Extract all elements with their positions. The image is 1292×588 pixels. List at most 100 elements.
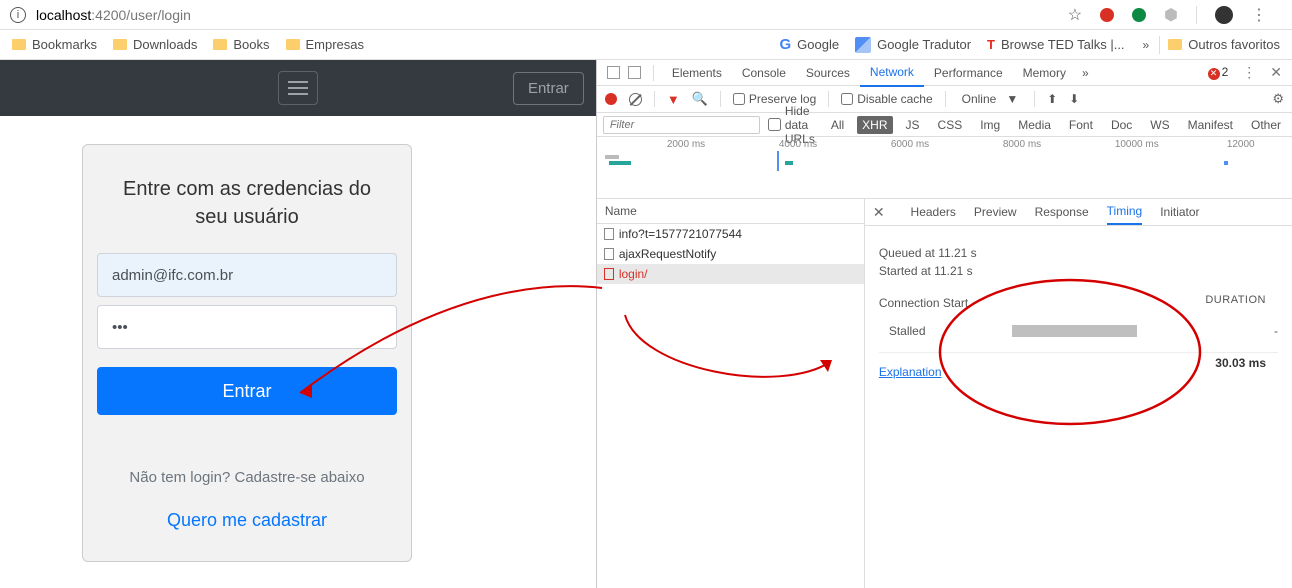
detail-tab-timing[interactable]: Timing — [1107, 199, 1143, 225]
tab-memory[interactable]: Memory — [1013, 60, 1076, 86]
bookmarks-bar: Bookmarks Downloads Books Empresas GGoog… — [0, 30, 1292, 60]
folder-icon — [286, 39, 300, 50]
filter-type-xhr[interactable]: XHR — [857, 116, 892, 134]
request-list: Name info?t=1577721077544 ajaxRequestNot… — [597, 199, 865, 588]
bookmark-tradutor[interactable]: Google Tradutor — [847, 33, 979, 57]
bookmark-folder[interactable]: Empresas — [278, 33, 373, 56]
timeline-tick: 10000 ms — [1115, 139, 1159, 150]
url-host: localhost — [36, 7, 91, 23]
login-title: Entre com as credencias do seu usuário — [97, 175, 397, 231]
record-button[interactable] — [605, 93, 617, 105]
extension-icon-shield[interactable]: ⬢ — [1164, 5, 1178, 25]
detail-close-icon[interactable]: ✕ — [873, 204, 885, 221]
password-input[interactable] — [97, 305, 397, 349]
request-row-selected[interactable]: login/ — [597, 264, 864, 284]
site-info-icon[interactable]: i — [10, 7, 26, 23]
filter-type-ws[interactable]: WS — [1145, 116, 1174, 134]
filter-input[interactable] — [603, 116, 760, 134]
filter-type-font[interactable]: Font — [1064, 116, 1098, 134]
request-row[interactable]: ajaxRequestNotify — [597, 244, 864, 264]
detail-tab-headers[interactable]: Headers — [911, 200, 956, 224]
extension-icon-green[interactable] — [1132, 8, 1146, 22]
tab-elements[interactable]: Elements — [662, 60, 732, 86]
login-submit-button[interactable]: Entrar — [97, 367, 397, 415]
google-icon: G — [780, 36, 792, 53]
folder-icon — [213, 39, 227, 50]
devtools-tabs: Elements Console Sources Network Perform… — [597, 60, 1292, 86]
timing-total-duration: 30.03 ms — [1215, 356, 1266, 370]
timeline-tick: 2000 ms — [667, 139, 705, 150]
detail-tabs: ✕ Headers Preview Response Timing Initia… — [865, 199, 1292, 226]
detail-tab-preview[interactable]: Preview — [974, 200, 1017, 224]
app-navbar: Entrar — [0, 60, 596, 116]
bookmark-google[interactable]: GGoogle — [772, 32, 848, 57]
ted-icon: T — [987, 37, 995, 52]
filter-type-all[interactable]: All — [826, 116, 849, 134]
filter-type-manifest[interactable]: Manifest — [1183, 116, 1238, 134]
device-toolbar-icon[interactable] — [628, 66, 641, 79]
bookmarks-overflow-icon[interactable]: » — [1143, 38, 1150, 52]
tab-console[interactable]: Console — [732, 60, 796, 86]
file-icon — [604, 228, 614, 240]
request-detail-panel: ✕ Headers Preview Response Timing Initia… — [865, 199, 1292, 588]
timeline-tick: 12000 — [1227, 139, 1255, 150]
folder-icon — [1168, 39, 1182, 50]
detail-tab-response[interactable]: Response — [1035, 200, 1089, 224]
bookmark-star-icon[interactable]: ☆ — [1068, 5, 1082, 25]
timing-explanation-link[interactable]: Explanation — [879, 365, 942, 379]
bookmark-folder[interactable]: Books — [205, 33, 277, 56]
request-row[interactable]: info?t=1577721077544 — [597, 224, 864, 244]
filter-type-img[interactable]: Img — [975, 116, 1005, 134]
url-text[interactable]: localhost:4200/user/login — [36, 7, 191, 23]
throttling-select[interactable]: Online ▼ — [958, 92, 1023, 106]
folder-icon — [113, 39, 127, 50]
tab-network[interactable]: Network — [860, 59, 924, 87]
upload-har-icon[interactable]: ⬆ — [1047, 92, 1057, 106]
file-icon — [604, 248, 614, 260]
clear-button[interactable] — [629, 93, 642, 106]
more-tabs-icon[interactable]: » — [1082, 66, 1089, 80]
filter-toggle-icon[interactable]: ▼ — [667, 92, 680, 107]
bookmark-ted[interactable]: TBrowse TED Talks |... — [979, 33, 1133, 56]
download-har-icon[interactable]: ⬇ — [1069, 92, 1079, 106]
tab-sources[interactable]: Sources — [796, 60, 860, 86]
browser-menu-icon[interactable]: ⋮ — [1251, 5, 1268, 25]
url-path: :4200/user/login — [91, 7, 191, 23]
bookmark-folder[interactable]: Downloads — [105, 33, 205, 56]
disable-cache-checkbox[interactable]: Disable cache — [841, 92, 932, 106]
filter-type-media[interactable]: Media — [1013, 116, 1056, 134]
filter-type-doc[interactable]: Doc — [1106, 116, 1137, 134]
profile-avatar[interactable] — [1215, 6, 1233, 24]
folder-icon — [12, 39, 26, 50]
filter-type-js[interactable]: JS — [901, 116, 925, 134]
navbar-toggle-button[interactable] — [278, 71, 318, 105]
inspect-element-icon[interactable] — [607, 66, 620, 79]
network-timeline[interactable]: 2000 ms 4000 ms 6000 ms 8000 ms 10000 ms… — [597, 137, 1292, 199]
settings-gear-icon[interactable]: ⚙ — [1272, 91, 1284, 107]
error-indicator[interactable]: ✕2 — [1208, 65, 1229, 80]
error-badge-icon: ✕ — [1208, 68, 1220, 80]
devtools-close-icon[interactable]: ✕ — [1270, 64, 1282, 81]
navbar-login-button[interactable]: Entrar — [513, 72, 584, 105]
network-toolbar: ▼ 🔍 Preserve log Disable cache Online ▼ … — [597, 86, 1292, 113]
extension-icon-red[interactable] — [1100, 8, 1114, 22]
bookmark-folder[interactable]: Bookmarks — [4, 33, 105, 56]
tab-performance[interactable]: Performance — [924, 60, 1013, 86]
divider — [1196, 6, 1197, 24]
search-icon[interactable]: 🔍 — [692, 91, 708, 107]
devtools-menu-icon[interactable]: ⋮ — [1242, 64, 1256, 81]
filter-type-css[interactable]: CSS — [933, 116, 968, 134]
devtools-panel: Elements Console Sources Network Perform… — [596, 60, 1292, 588]
timing-started: Started at 11.21 s — [879, 264, 1278, 278]
filter-type-other[interactable]: Other — [1246, 116, 1286, 134]
timing-stalled-label: Stalled — [889, 324, 926, 338]
bookmark-outros[interactable]: Outros favoritos — [1160, 33, 1288, 56]
detail-tab-initiator[interactable]: Initiator — [1160, 200, 1199, 224]
app-viewport: Entrar Entre com as credencias do seu us… — [0, 60, 596, 588]
email-input[interactable] — [97, 253, 397, 297]
timing-queued: Queued at 11.21 s — [879, 246, 1278, 260]
timeline-tick: 4000 ms — [779, 139, 817, 150]
browser-url-bar: i localhost:4200/user/login ☆ ⬢ ⋮ — [0, 0, 1292, 30]
register-link[interactable]: Quero me cadastrar — [167, 510, 327, 531]
request-list-header: Name — [597, 199, 864, 224]
